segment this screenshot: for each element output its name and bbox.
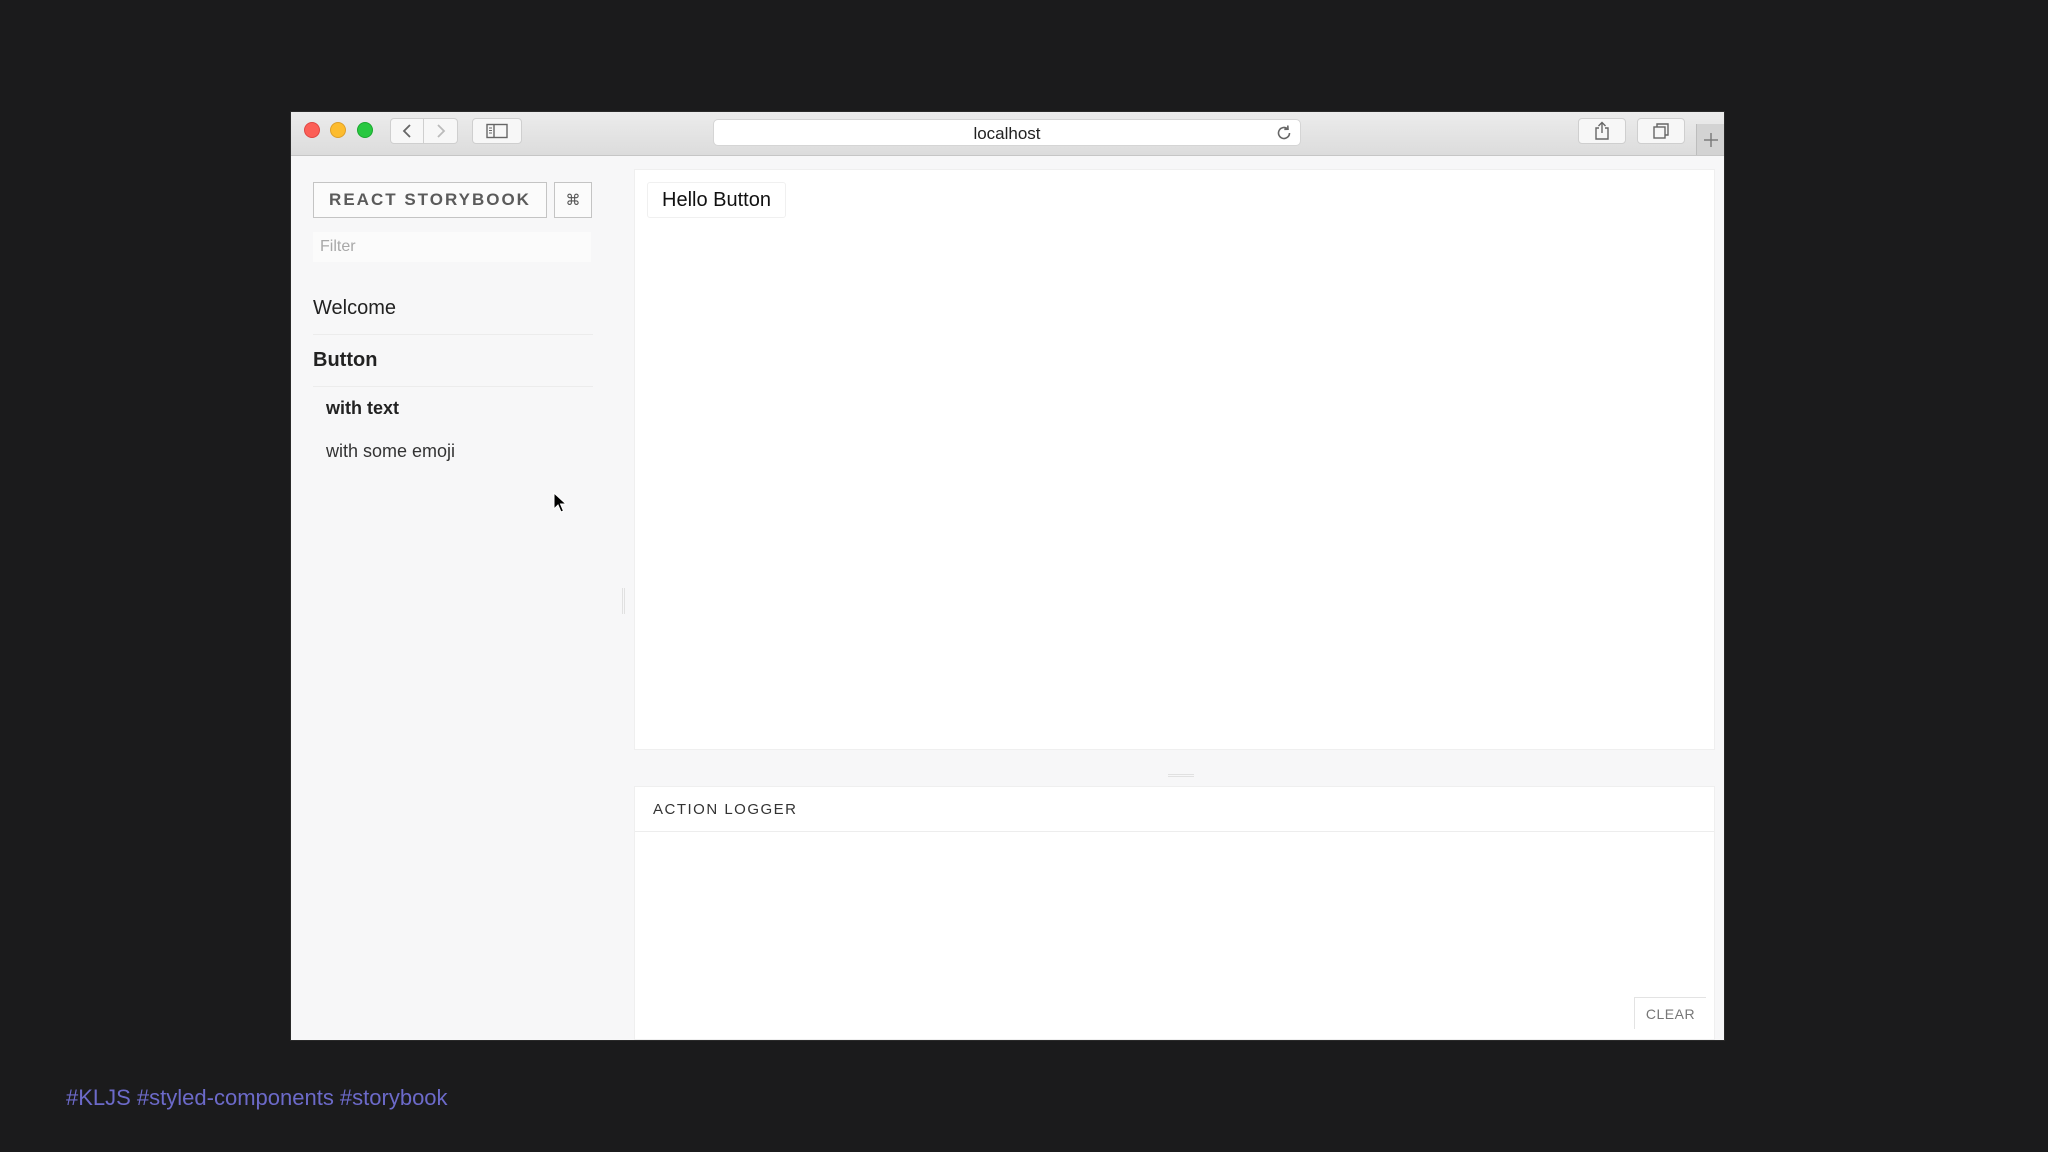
sidebar-resize-handle[interactable] [622,588,625,614]
forward-button[interactable] [424,118,458,144]
reload-icon[interactable] [1274,123,1294,143]
filter-input[interactable] [313,232,591,262]
tabs-icon [1653,123,1669,139]
back-button[interactable] [390,118,424,144]
close-window-button[interactable] [304,122,320,138]
share-icon [1595,121,1609,140]
browser-window: localhost REACT STORYBOOK ⌘ Filter Welco… [291,112,1724,1040]
plus-icon [1704,132,1718,147]
share-button[interactable] [1578,118,1626,144]
story-preview-frame: Hello Button [634,169,1715,750]
sidebar-toggle-button[interactable] [472,118,522,144]
slide-hashtags: #KLJS #styled-components #storybook [66,1085,448,1110]
title-bar: localhost [291,112,1724,156]
show-tabs-button[interactable] [1637,118,1685,144]
storybook-sidebar: REACT STORYBOOK ⌘ Welcome Button with te… [291,156,621,1040]
sidebar-item-welcome[interactable]: Welcome [313,297,593,335]
chevron-left-icon [402,124,411,138]
story-item-with-some-emoji[interactable]: with some emoji [326,441,455,462]
addon-tab-bar: ACTION LOGGER [635,787,1714,832]
address-bar[interactable]: localhost [713,119,1301,146]
clear-button[interactable]: CLEAR [1634,997,1706,1029]
maximize-window-button[interactable] [357,122,373,138]
sidebar-icon [486,123,508,139]
mouse-cursor-icon [553,492,567,513]
slide: localhost REACT STORYBOOK ⌘ Filter Welco… [0,0,2048,1152]
hello-button[interactable]: Hello Button [647,182,786,218]
addon-panel: ACTION LOGGER CLEAR [634,786,1715,1040]
story-item-with-text[interactable]: with text [326,398,399,419]
sidebar-item-button[interactable]: Button [313,349,593,387]
address-text: localhost [973,124,1041,143]
keyboard-shortcuts-button[interactable]: ⌘ [554,182,592,218]
storybook-app: REACT STORYBOOK ⌘ Welcome Button with te… [291,156,1724,1040]
tab-action-logger[interactable]: ACTION LOGGER [653,801,798,818]
chevron-right-icon [436,124,445,138]
storybook-brand-button[interactable]: REACT STORYBOOK [313,182,547,218]
panel-resize-handle[interactable] [1168,774,1194,777]
minimize-window-button[interactable] [330,122,346,138]
new-tab-button[interactable] [1696,124,1724,155]
